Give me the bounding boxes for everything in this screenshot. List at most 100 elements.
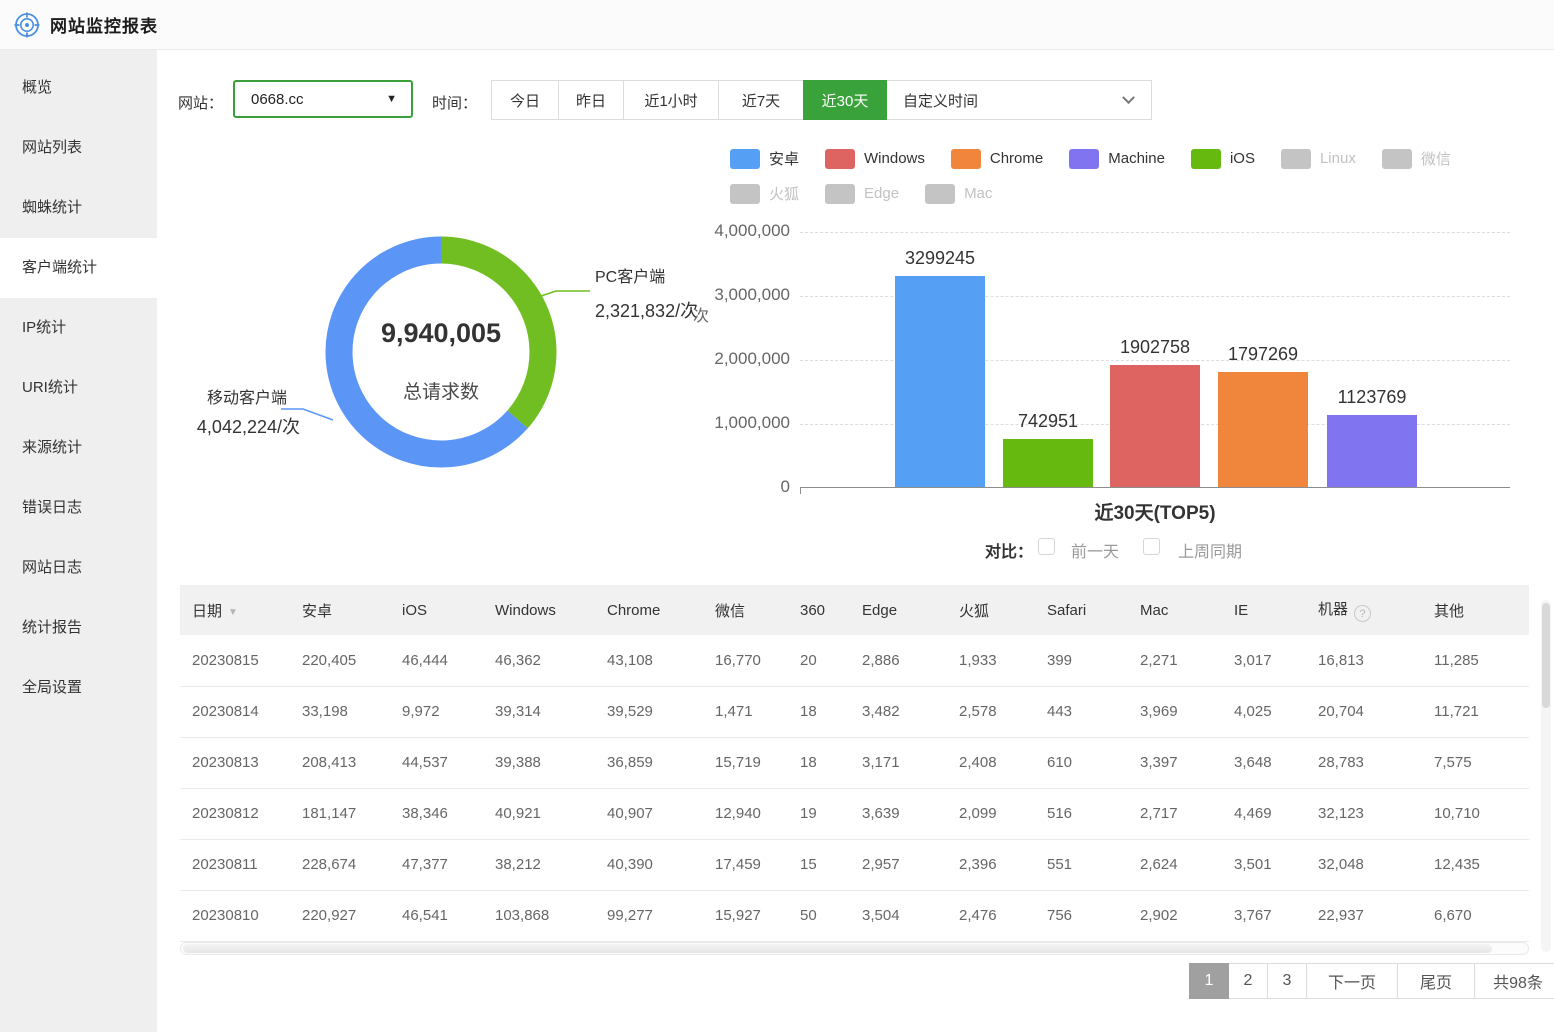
site-select[interactable]: 0668.cc ▼ xyxy=(233,80,413,118)
table-horizontal-scrollbar[interactable] xyxy=(180,942,1529,955)
column-header-label: Edge xyxy=(862,602,897,619)
compare-option-previous-day[interactable]: 前一天 xyxy=(1071,538,1119,562)
custom-time-select[interactable]: 自定义时间 xyxy=(886,80,1152,120)
legend-item-Machine[interactable]: Machine xyxy=(1069,148,1165,169)
sidebar-item-网站日志[interactable]: 网站日志 xyxy=(0,538,157,598)
compare-checkbox-previous-day[interactable] xyxy=(1038,538,1055,555)
table-row: 20230812181,14738,34640,92140,90712,9401… xyxy=(180,788,1529,839)
sidebar-item-统计报告[interactable]: 统计报告 xyxy=(0,598,157,658)
cell-机器: 32,048 xyxy=(1306,839,1422,890)
bar-Chrome[interactable]: 1797269 xyxy=(1218,372,1308,487)
legend-swatch-Edge xyxy=(825,184,855,204)
table-row: 20230810220,92746,541103,86899,27715,927… xyxy=(180,890,1529,941)
column-header-label: 360 xyxy=(800,602,825,619)
cell-Mac: 2,717 xyxy=(1128,788,1222,839)
legend-label: Chrome xyxy=(990,150,1043,167)
cell-火狐: 2,578 xyxy=(947,686,1035,737)
bar-iOS[interactable]: 742951 xyxy=(1003,439,1093,487)
page-button-2[interactable]: 2 xyxy=(1228,963,1268,999)
column-header-Safari: Safari xyxy=(1035,585,1128,635)
bar-chart-y-axis-unit: 次 xyxy=(693,302,709,326)
bar-Machine[interactable]: 1123769 xyxy=(1327,415,1417,487)
cell-Chrome: 40,390 xyxy=(595,839,703,890)
page-button-3[interactable]: 3 xyxy=(1267,963,1307,999)
cell-微信: 15,719 xyxy=(703,737,788,788)
time-button-group: 今日昨日近1小时近7天近30天自定义时间 xyxy=(492,80,1152,120)
compare-checkbox-last-week[interactable] xyxy=(1143,538,1160,555)
column-header-Chrome: Chrome xyxy=(595,585,703,635)
column-header-label: 日期 xyxy=(192,603,222,620)
sidebar-item-URI统计[interactable]: URI统计 xyxy=(0,358,157,418)
sort-caret-icon[interactable]: ▼ xyxy=(228,607,238,618)
time-button-近30天[interactable]: 近30天 xyxy=(803,80,887,120)
column-header-日期[interactable]: 日期 ▼ xyxy=(180,585,290,635)
cell-Edge: 3,482 xyxy=(850,686,947,737)
legend-label: Mac xyxy=(964,185,992,202)
bar-安卓[interactable]: 3299245 xyxy=(895,276,985,487)
cell-微信: 15,927 xyxy=(703,890,788,941)
column-header-360: 360 xyxy=(788,585,850,635)
legend-item-iOS[interactable]: iOS xyxy=(1191,148,1255,169)
column-header-label: 火狐 xyxy=(959,603,989,620)
legend-item-Mac[interactable]: Mac xyxy=(925,183,992,204)
custom-time-chevron-icon xyxy=(1122,91,1135,104)
column-header-label: 微信 xyxy=(715,603,745,620)
legend-label: Machine xyxy=(1108,150,1165,167)
cell-Edge: 3,171 xyxy=(850,737,947,788)
last-page-button[interactable]: 尾页 xyxy=(1397,963,1475,999)
pie-value-mobile: 4,042,224/次 xyxy=(157,413,300,439)
column-header-其他: 其他 xyxy=(1422,585,1529,635)
table-vertical-scrollbar-thumb[interactable] xyxy=(1542,603,1550,708)
sidebar-item-概览[interactable]: 概览 xyxy=(0,58,157,118)
table-horizontal-scrollbar-thumb[interactable] xyxy=(183,944,1492,953)
cell-Mac: 2,902 xyxy=(1128,890,1222,941)
sidebar-item-蜘蛛统计[interactable]: 蜘蛛统计 xyxy=(0,178,157,238)
sidebar-item-网站列表[interactable]: 网站列表 xyxy=(0,118,157,178)
legend-swatch-Machine xyxy=(1069,149,1099,169)
legend-item-微信[interactable]: 微信 xyxy=(1382,148,1451,169)
donut-chart[interactable] xyxy=(325,236,557,468)
time-button-昨日[interactable]: 昨日 xyxy=(558,80,624,120)
legend-label: Linux xyxy=(1320,150,1356,167)
cell-安卓: 33,198 xyxy=(290,686,390,737)
compare-option-last-week[interactable]: 上周同期 xyxy=(1178,538,1242,562)
table-vertical-scrollbar[interactable] xyxy=(1541,600,1551,952)
bar-value-label: 1797269 xyxy=(1193,344,1333,365)
column-header-微信: 微信 xyxy=(703,585,788,635)
legend-item-Windows[interactable]: Windows xyxy=(825,148,925,169)
page-button-1[interactable]: 1 xyxy=(1189,963,1229,999)
time-button-近1小时[interactable]: 近1小时 xyxy=(623,80,719,120)
cell-Windows: 40,921 xyxy=(483,788,595,839)
table-row: 20230813208,41344,53739,38836,85915,7191… xyxy=(180,737,1529,788)
help-icon[interactable]: ? xyxy=(1354,605,1371,622)
cell-机器: 20,704 xyxy=(1306,686,1422,737)
sidebar-item-来源统计[interactable]: 来源统计 xyxy=(0,418,157,478)
cell-其他: 10,710 xyxy=(1422,788,1529,839)
legend-item-Edge[interactable]: Edge xyxy=(825,183,899,204)
legend-item-Chrome[interactable]: Chrome xyxy=(951,148,1043,169)
pagination: 123下一页尾页共98条 xyxy=(1190,963,1554,999)
cell-360: 50 xyxy=(788,890,850,941)
sidebar-item-客户端统计[interactable]: 客户端统计 xyxy=(0,238,157,298)
legend-item-火狐[interactable]: 火狐 xyxy=(730,183,799,204)
time-button-今日[interactable]: 今日 xyxy=(491,80,559,120)
legend-item-Linux[interactable]: Linux xyxy=(1281,148,1356,169)
cell-Chrome: 99,277 xyxy=(595,890,703,941)
cell-iOS: 47,377 xyxy=(390,839,483,890)
cell-微信: 1,471 xyxy=(703,686,788,737)
legend-item-安卓[interactable]: 安卓 xyxy=(730,148,799,169)
cell-其他: 11,285 xyxy=(1422,635,1529,686)
time-button-近7天[interactable]: 近7天 xyxy=(718,80,804,120)
bar-value-label: 742951 xyxy=(978,411,1118,432)
bar-Windows[interactable]: 1902758 xyxy=(1110,365,1200,487)
sidebar-item-IP统计[interactable]: IP统计 xyxy=(0,298,157,358)
table-row: 20230815220,40546,44446,36243,10816,7702… xyxy=(180,635,1529,686)
cell-IE: 4,025 xyxy=(1222,686,1306,737)
cell-火狐: 2,396 xyxy=(947,839,1035,890)
next-page-button[interactable]: 下一页 xyxy=(1306,963,1398,999)
cell-机器: 22,937 xyxy=(1306,890,1422,941)
cell-微信: 16,770 xyxy=(703,635,788,686)
sidebar-item-错误日志[interactable]: 错误日志 xyxy=(0,478,157,538)
column-header-安卓: 安卓 xyxy=(290,585,390,635)
sidebar-item-全局设置[interactable]: 全局设置 xyxy=(0,658,157,718)
